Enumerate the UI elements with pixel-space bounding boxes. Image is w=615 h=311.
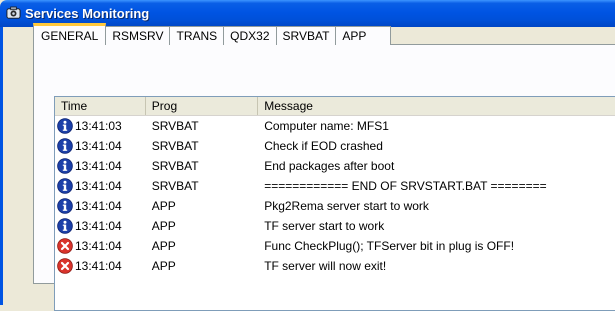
cell-prog: APP (151, 219, 176, 233)
time-text: 13:41:03 (75, 119, 122, 133)
column-header-prog[interactable]: Prog (146, 97, 259, 115)
table-row[interactable]: 13:41:04 APP TF server will now exit! (55, 256, 615, 276)
time-text: 13:41:04 (75, 219, 122, 233)
tab-general[interactable]: GENERAL (33, 23, 107, 45)
time-text: 13:41:04 (75, 239, 122, 253)
error-icon (57, 258, 73, 274)
table-row[interactable]: 13:41:04 SRVBAT End packages after boot (55, 156, 615, 176)
cell-prog: SRVBAT (151, 139, 199, 153)
time-text: 13:41:04 (75, 139, 122, 153)
list-header: Time Prog Message (55, 97, 615, 116)
list-rows: 13:41:03 SRVBAT Computer name: MFS1 13:41:0… (55, 116, 615, 276)
table-row[interactable]: 13:41:04 SRVBAT ============ END OF SRVSTA… (55, 176, 615, 196)
info-icon (57, 198, 73, 214)
cell-prog: APP (151, 239, 176, 253)
time-text: 13:41:04 (75, 199, 122, 213)
cell-time: 13:41:04 (55, 158, 146, 174)
cell-message: Func CheckPlug(); TFServer bit in plug i… (264, 239, 515, 253)
time-text: 13:41:04 (75, 179, 122, 193)
cell-prog: SRVBAT (151, 119, 199, 133)
tab-strip: GENERAL RSMSRV TRANS QDX32 SRVBAT APP (33, 23, 392, 45)
error-icon (57, 238, 73, 254)
info-icon (57, 118, 73, 134)
window-title: Services Monitoring (25, 6, 150, 21)
cell-prog: SRVBAT (151, 179, 199, 193)
cell-prog: APP (151, 259, 176, 273)
time-text: 13:41:04 (75, 259, 122, 273)
table-row[interactable]: 13:41:04 APP Pkg2Rema server start to work (55, 196, 615, 216)
cell-message: Pkg2Rema server start to work (264, 199, 429, 213)
info-icon (57, 178, 73, 194)
column-header-time[interactable]: Time (55, 97, 146, 115)
cell-message: Check if EOD crashed (264, 139, 383, 153)
cell-time: 13:41:04 (55, 258, 146, 274)
cell-message: ============ END OF SRVSTART.BAT =======… (264, 179, 547, 193)
app-icon (5, 6, 21, 22)
cell-message: TF server start to work (264, 219, 385, 233)
cell-time: 13:41:04 (55, 238, 146, 254)
cell-message: End packages after boot (264, 159, 395, 173)
cell-time: 13:41:04 (55, 178, 146, 194)
cell-time: 13:41:03 (55, 118, 146, 134)
log-list[interactable]: Time Prog Message 13:41:03 SRVBAT Computer… (54, 96, 615, 311)
cell-time: 13:41:04 (55, 218, 146, 234)
table-row[interactable]: 13:41:03 SRVBAT Computer name: MFS1 (55, 116, 615, 136)
cell-prog: APP (151, 199, 176, 213)
cell-time: 13:41:04 (55, 138, 146, 154)
cell-prog: SRVBAT (151, 159, 199, 173)
info-icon (57, 158, 73, 174)
tab-rsmsrv[interactable]: RSMSRV (105, 26, 171, 45)
tab-srvbat[interactable]: SRVBAT (275, 26, 337, 45)
info-icon (57, 138, 73, 154)
cell-time: 13:41:04 (55, 198, 146, 214)
column-header-message[interactable]: Message (258, 97, 615, 115)
cell-message: TF server will now exit! (264, 259, 387, 273)
info-icon (57, 218, 73, 234)
tab-trans[interactable]: TRANS (169, 26, 225, 45)
tab-app[interactable]: APP (335, 26, 392, 45)
time-text: 13:41:04 (75, 159, 122, 173)
table-row[interactable]: 13:41:04 APP Func CheckPlug(); TFServer bi… (55, 236, 615, 256)
table-row[interactable]: 13:41:04 APP TF server start to work (55, 216, 615, 236)
table-row[interactable]: 13:41:04 SRVBAT Check if EOD crashed (55, 136, 615, 156)
cell-message: Computer name: MFS1 (264, 119, 389, 133)
tab-qdx32[interactable]: QDX32 (223, 26, 277, 45)
